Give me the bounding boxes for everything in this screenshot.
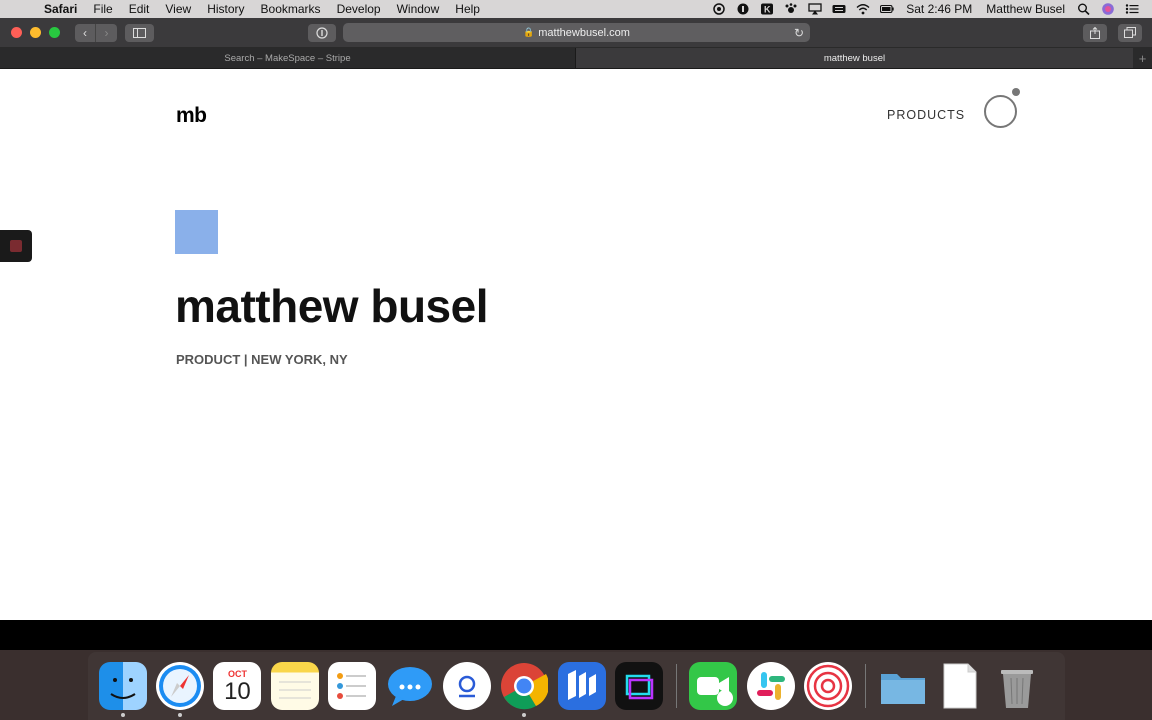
reload-icon[interactable]: ↻ [794,26,804,40]
browser-toolbar: ‹ › 🔒 matthewbusel.com ↻ [0,18,1152,48]
widget-icon [10,240,22,252]
menu-bar: Safari File Edit View History Bookmarks … [0,0,1152,18]
running-indicator [522,713,527,717]
siri-icon[interactable] [1101,3,1115,15]
dock-reminders[interactable] [328,662,377,710]
onepassword-icon[interactable] [736,3,750,15]
messages-icon [387,667,432,706]
lock-icon: 🔒 [523,27,535,37]
reminders-icon [337,673,367,699]
show-all-tabs-button[interactable] [1118,23,1142,42]
zoom-window-button[interactable] [49,27,60,38]
sidebar-icon [133,27,146,38]
tab-stripe[interactable]: Search – MakeSpace – Stripe [0,48,576,68]
calendar-day: 10 [224,678,251,705]
site-logo[interactable]: mb [176,104,207,128]
menu-circle-button[interactable] [984,95,1017,128]
dock-separator [864,664,866,708]
history-nav: ‹ › [75,23,117,42]
folder-icon [880,674,925,704]
menubar-clock[interactable]: Sat 2:46 PM [899,2,979,16]
page-bottom-bar [0,620,1152,650]
finder-icon [110,678,136,699]
dock-safari[interactable] [156,662,205,717]
window-controls [11,27,60,38]
hero-tagline: PRODUCT | NEW YORK, NY [176,352,348,367]
menu-app-name[interactable]: Safari [36,2,85,16]
side-widget-button[interactable] [0,230,32,262]
dock-screen-app[interactable] [615,662,664,710]
share-icon [1090,26,1100,39]
tab-bar: Search – MakeSpace – Stripe matthew buse… [0,48,1152,69]
dock-separator [675,664,677,708]
flower-app-icon [806,664,850,708]
document-icon [943,663,977,709]
menu-history[interactable]: History [199,2,252,16]
dock-document[interactable] [936,662,984,710]
share-button[interactable] [1083,23,1107,42]
address-bar-url: matthewbusel.com [538,26,630,39]
notification-dot [1012,88,1020,96]
dock-finder[interactable] [98,662,147,717]
notification-center-icon[interactable] [1125,3,1139,15]
menu-edit[interactable]: Edit [121,2,158,16]
new-tab-button[interactable]: + [1133,48,1152,68]
o-app-icon [458,675,476,698]
hero-name: matthew busel [175,280,489,332]
dock-messages[interactable] [386,662,434,710]
minimize-window-button[interactable] [30,27,41,38]
creative-cloud-icon[interactable] [712,3,726,15]
accent-square [175,210,218,254]
menu-help[interactable]: Help [447,2,488,16]
menu-view[interactable]: View [157,2,199,16]
notes-icon [278,681,311,699]
screen-recorder-icon [625,674,654,700]
chrome-icon [501,663,549,710]
wifi-icon[interactable] [856,3,870,15]
dock-facetime[interactable] [689,662,738,710]
dock-downloads-folder[interactable] [879,662,927,710]
dock-calendar[interactable]: OCT 10 [213,662,262,710]
airplay-icon[interactable] [808,3,822,15]
onepassword-toolbar-icon [316,26,328,39]
trash-icon [1001,670,1034,708]
spotlight-search-icon[interactable] [1077,3,1091,15]
facetime-icon [697,677,734,706]
battery-icon[interactable] [880,3,894,15]
nav-products-link[interactable]: PRODUCTS [887,108,965,122]
svg-text:K: K [764,5,771,15]
menu-bookmarks[interactable]: Bookmarks [253,2,329,16]
tab-matthew-busel[interactable]: matthew busel [576,48,1133,68]
back-button[interactable]: ‹ [75,23,96,42]
dock-m-app[interactable] [557,662,606,710]
menu-develop[interactable]: Develop [329,2,389,16]
tab-title: matthew busel [823,52,886,64]
address-bar[interactable]: 🔒 matthewbusel.com ↻ [343,23,810,42]
running-indicator [178,713,183,717]
web-page: mb PRODUCTS matthew busel PRODUCT | NEW … [0,69,1152,620]
sidebar-toggle-button[interactable] [125,23,154,42]
dock-spark[interactable] [804,662,853,710]
close-window-button[interactable] [11,27,22,38]
safari-compass-icon [159,665,202,707]
dock-chrome[interactable] [500,662,549,717]
password-extension-button[interactable] [308,23,336,42]
tab-title: Search – MakeSpace – Stripe [224,52,351,64]
dock-trash[interactable] [993,662,1041,710]
slack-icon [756,672,785,700]
menu-window[interactable]: Window [389,2,448,16]
menu-file[interactable]: File [85,2,120,16]
paw-icon[interactable] [784,3,798,15]
forward-button[interactable]: › [96,23,117,42]
running-indicator [120,713,125,717]
dock-notes[interactable] [270,662,319,710]
menubar-user[interactable]: Matthew Busel [979,2,1072,16]
keyboard-icon[interactable] [832,3,846,15]
k-app-icon[interactable]: K [760,3,774,15]
dock: OCT 10 [88,652,1065,720]
dock-slack[interactable] [746,662,795,710]
tabs-overview-icon [1124,27,1136,38]
m-app-icon [567,670,596,700]
dock-circle-app[interactable] [442,662,491,710]
